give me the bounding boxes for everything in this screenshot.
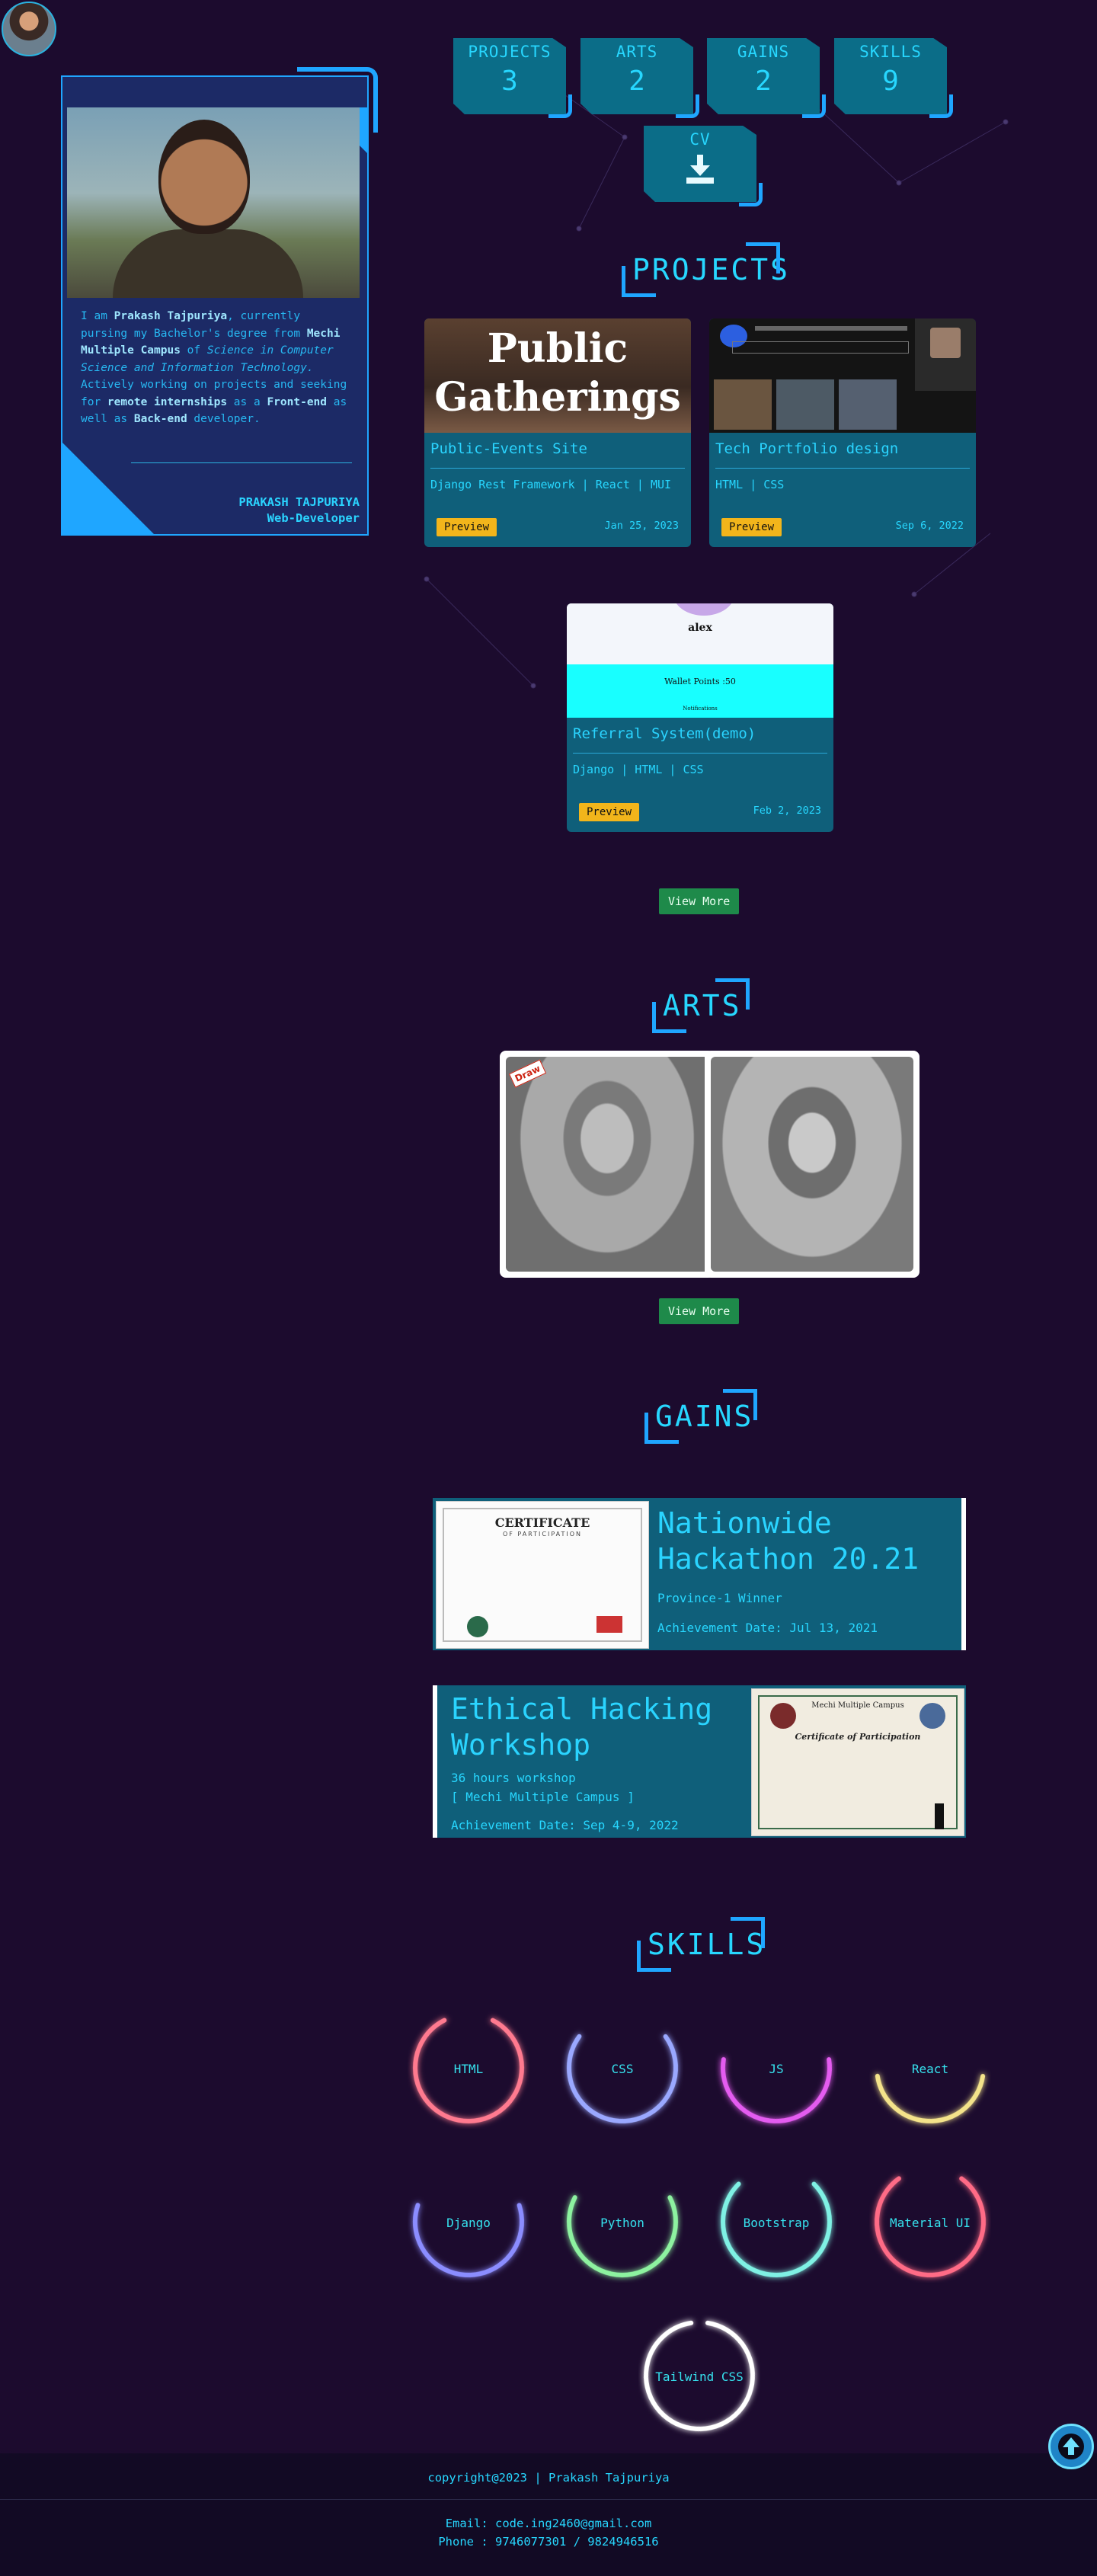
preview-button[interactable]: Preview [721,518,782,536]
project-title: Tech Portfolio design [715,440,899,457]
skill-ring: Django [408,2161,529,2298]
skill-label: Bootstrap [743,2216,810,2230]
scroll-to-top-button[interactable] [1048,2424,1094,2469]
skill-label: React [911,2062,949,2076]
stat-value: 9 [882,66,899,97]
project-thumbnail: Public Gatherings [424,318,691,433]
project-title: Public-Events Site [430,440,587,457]
stat-value: 2 [755,66,772,97]
avatar[interactable] [2,2,56,56]
thumb-user-name: alex [688,622,712,634]
profile-name: PRAKASH TAJPURIYA Web-Developer [238,495,360,525]
corner-decoration [62,443,154,534]
project-tags: Django | HTML | CSS [573,763,704,776]
achievement-card: CERTIFICATE OF PARTICIPATION Nationwide … [433,1498,966,1650]
skill-ring: CSS [561,2007,683,2144]
skill-label: JS [769,2062,784,2076]
skill-label: CSS [611,2062,634,2076]
achievement-date: Achievement Date: Jul 13, 2021 [657,1621,878,1635]
divider [131,462,352,463]
preview-button[interactable]: Preview [579,803,640,821]
thumb-wallet: Wallet Points :50 [664,677,736,686]
stat-value: 3 [501,66,518,97]
skill-ring: Material UI [869,2161,991,2298]
skill-ring: JS [715,2007,837,2144]
project-date: Feb 2, 2023 [753,805,821,817]
section-title-projects: PROJECTS [622,242,788,297]
stat-corner-decoration [929,94,953,118]
skill-ring: Bootstrap [715,2161,837,2298]
thumb-notifications: Notifications [683,706,718,712]
project-title: Referral System(demo) [573,725,756,742]
skill-ring: Python [561,2161,683,2298]
certificate-image: Mechi Multiple Campus Certificate of Par… [751,1688,964,1836]
achievement-card: Ethical Hacking Workshop 36 hours worksh… [433,1685,966,1838]
skill-label: HTML [453,2062,484,2076]
profile-photo [67,107,360,298]
profile-bio: I am Prakash Tajpuriya, currently pursin… [81,310,347,425]
section-title-gains: GAINS [644,1389,757,1444]
achievement-title: Nationwide Hackathon 20.21 [657,1506,919,1576]
copyright: copyright@2023 | Prakash Tajpuriya [427,2471,670,2485]
stat-corner-decoration [548,94,572,118]
stat-corner-decoration [802,94,826,118]
achievement-subtitle: Province-1 Winner [657,1591,782,1605]
stat-label: GAINS [737,43,790,61]
stat-corner-decoration [739,183,763,206]
skill-ring: HTML [408,2007,529,2144]
project-card: Tech Portfolio design HTML | CSS Preview… [709,318,976,547]
project-tags: HTML | CSS [715,478,785,491]
project-thumbnail: alex Wallet Points :50 Notifications [567,603,833,718]
skill-label: Python [600,2216,644,2230]
achievement-date: Achievement Date: Sep 4-9, 2022 [451,1818,679,1832]
achievement-org: [ Mechi Multiple Campus ] [451,1790,635,1804]
skill-label: Django [446,2216,491,2230]
art-image [506,1057,708,1272]
skill-label: Material UI [890,2216,971,2230]
footer-email: Email: code.ing2460@gmail.com [445,2517,652,2530]
stat-label: PROJECTS [468,43,552,61]
stat-label: ARTS [616,43,658,61]
project-tags: Django Rest Framework | React | MUI [430,478,672,491]
skill-label: Tailwind CSS [655,2370,744,2384]
project-date: Jan 25, 2023 [604,520,679,532]
art-card[interactable]: Draw [500,1051,715,1278]
stat-label: SKILLS [859,43,922,61]
project-date: Sep 6, 2022 [895,520,964,532]
download-icon [686,155,714,184]
section-title-skills: SKILLS [637,1917,765,1972]
skill-ring: Tailwind CSS [638,2315,760,2452]
stat-corner-decoration [676,94,699,118]
preview-button[interactable]: Preview [437,518,497,536]
certificate-image: CERTIFICATE OF PARTICIPATION [436,1501,649,1649]
project-card: Public Gatherings Public-Events Site Djan… [424,318,691,547]
footer: copyright@2023 | Prakash Tajpuriya Email… [0,2453,1097,2576]
view-more-projects-button[interactable]: View More [659,888,740,914]
profile-role: Web-Developer [267,511,360,525]
profile-card: I am Prakash Tajpuriya, currently pursin… [61,75,369,536]
achievement-title: Ethical Hacking Workshop [451,1692,713,1762]
section-title-arts: ARTS [652,978,750,1033]
arrow-up-icon [1058,2434,1084,2459]
stat-value: 2 [628,66,645,97]
footer-phone: Phone : 9746077301 / 9824946516 [438,2535,659,2549]
cv-label: CV [689,130,711,149]
art-card[interactable] [705,1051,919,1278]
achievement-subtitle: 36 hours workshop [451,1771,576,1785]
project-card: alex Wallet Points :50 Notifications Ref… [567,603,833,832]
achievement-info: Ethical Hacking Workshop 36 hours worksh… [451,1691,756,1832]
art-image [711,1057,913,1272]
project-thumbnail [709,318,976,433]
view-more-arts-button[interactable]: View More [659,1298,740,1324]
skill-ring: React [869,2007,991,2144]
achievement-info: Nationwide Hackathon 20.21 Province-1 Wi… [657,1506,962,1635]
